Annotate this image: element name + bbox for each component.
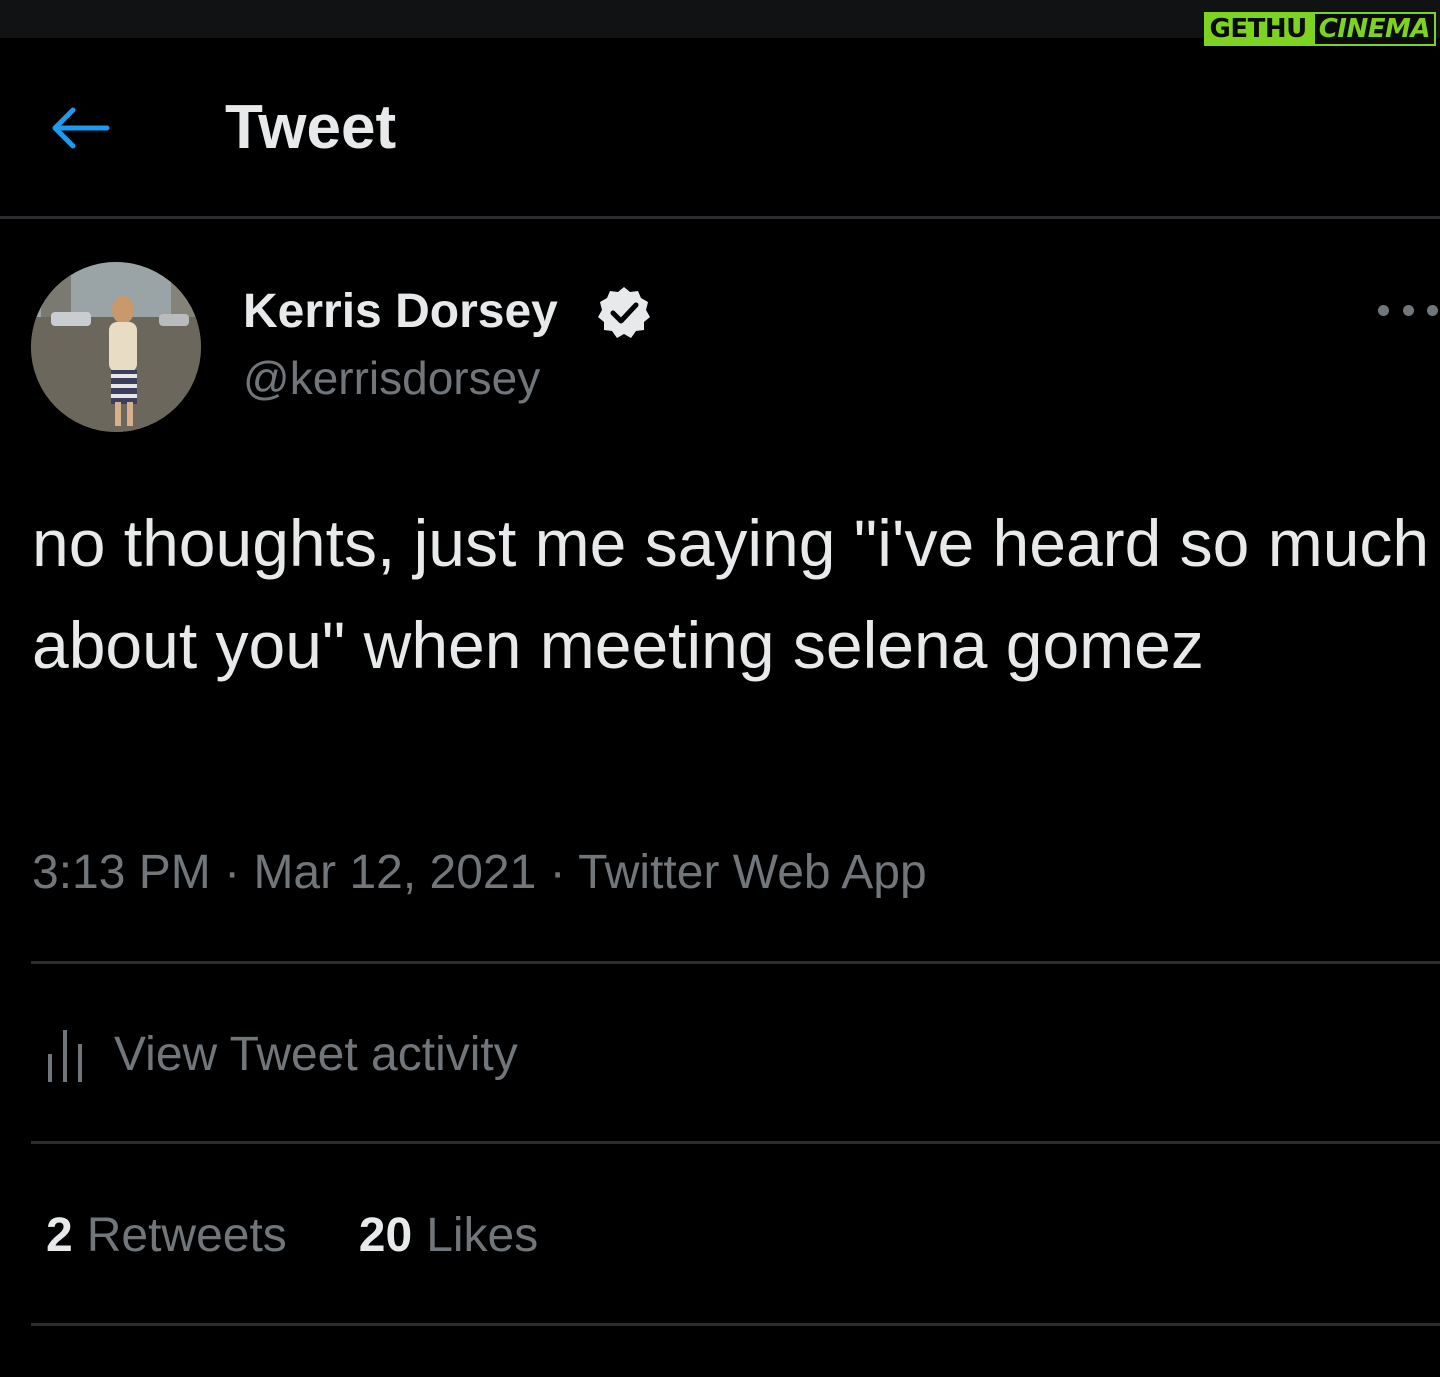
tweet-time[interactable]: 3:13 PM <box>32 846 211 899</box>
avatar-photo <box>31 262 201 432</box>
tweet-metadata: 3:13 PM · Mar 12, 2021 · Twitter Web App <box>32 842 927 904</box>
meta-divider <box>31 961 1440 964</box>
display-name[interactable]: Kerris Dorsey <box>243 284 558 340</box>
view-tweet-activity-label: View Tweet activity <box>114 1028 518 1081</box>
stats-divider <box>31 1323 1440 1326</box>
page-title: Tweet <box>225 93 397 162</box>
arrow-left-icon <box>52 107 110 149</box>
retweets-stat[interactable]: 2 Retweets <box>46 1205 287 1267</box>
likes-count: 20 <box>358 1209 413 1262</box>
avatar[interactable] <box>31 262 201 432</box>
tweet-source[interactable]: Twitter Web App <box>578 846 927 899</box>
meta-separator: · <box>549 846 566 899</box>
bar-chart-icon <box>48 1030 82 1082</box>
likes-stat[interactable]: 20 Likes <box>359 1205 538 1267</box>
tweet-text: no thoughts, just me saying "i've heard … <box>32 506 1430 682</box>
likes-label: Likes <box>426 1209 539 1262</box>
more-options-button[interactable] <box>1378 296 1438 324</box>
back-button[interactable] <box>40 88 120 168</box>
activity-divider <box>31 1141 1440 1144</box>
tweet-date[interactable]: Mar 12, 2021 <box>253 846 536 899</box>
more-dot-icon <box>1402 304 1414 316</box>
view-tweet-activity-button[interactable]: View Tweet activity <box>46 1022 518 1088</box>
retweets-count: 2 <box>46 1209 73 1262</box>
meta-separator: · <box>224 846 241 899</box>
tweet-page: GETHU CINEMA Tweet Kerris Dorsey @kerris… <box>0 0 1440 1377</box>
verified-badge-icon <box>598 287 650 338</box>
tweet-header: Tweet <box>0 38 1440 218</box>
user-handle[interactable]: @kerrisdorsey <box>243 350 540 406</box>
retweets-label: Retweets <box>86 1209 287 1262</box>
tweet-stats: 2 Retweets 20 Likes <box>46 1204 538 1268</box>
header-divider <box>0 216 1440 219</box>
more-dot-icon <box>1378 304 1389 316</box>
more-dot-icon <box>1427 304 1438 316</box>
